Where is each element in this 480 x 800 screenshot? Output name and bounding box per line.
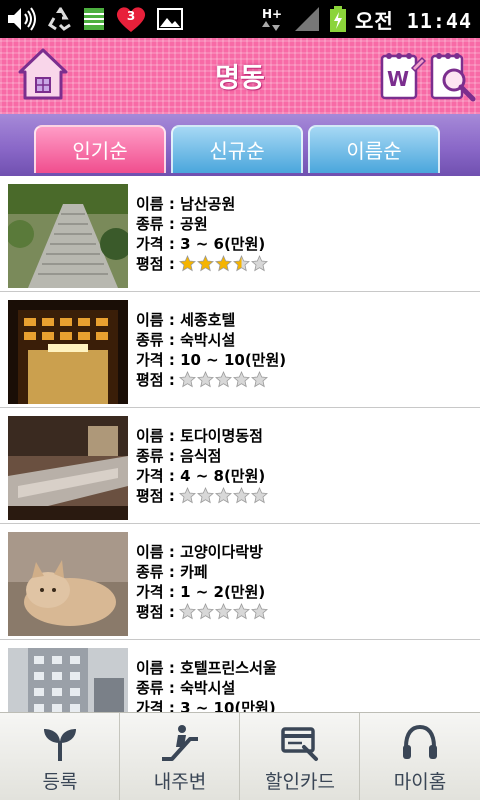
place-name: 이름 : 고양이다락방 <box>136 543 263 561</box>
home-button[interactable] <box>16 46 70 104</box>
signal-icon <box>294 7 319 31</box>
volume-icon <box>8 7 36 31</box>
star-empty-icon <box>214 603 232 620</box>
document-search-icon <box>430 53 476 102</box>
star-empty-icon <box>232 371 250 388</box>
star-empty-icon <box>196 371 214 388</box>
place-type: 종류 : 카페 <box>136 563 208 581</box>
network-type-icon: H+ <box>261 7 282 31</box>
hotel-photo <box>8 300 128 404</box>
star-empty-icon <box>232 603 250 620</box>
rating-stars <box>178 487 268 504</box>
star-empty-icon <box>196 603 214 620</box>
svg-text:W: W <box>387 67 409 91</box>
place-price: 가격 : 3 ~ 10(만원) <box>136 699 276 712</box>
nav-register[interactable]: 등록 <box>0 713 120 800</box>
recycle-icon <box>48 7 71 31</box>
status-time: 오전 11:44 <box>354 8 472 33</box>
place-price: 가격 : 4 ~ 8(만원) <box>136 467 266 485</box>
sort-tab-bar: 인기순 신규순 이름순 <box>0 114 480 176</box>
discount-card-icon <box>281 727 318 761</box>
nav-nearby[interactable]: 내주변 <box>120 713 240 800</box>
star-empty-icon <box>250 487 268 504</box>
place-name: 이름 : 토다이명동점 <box>136 427 263 445</box>
star-half-icon <box>232 255 250 272</box>
home-icon <box>18 48 68 100</box>
star-filled-icon <box>196 255 214 272</box>
search-button[interactable] <box>428 46 478 104</box>
tab-name[interactable]: 이름순 <box>308 125 440 173</box>
star-empty-icon <box>232 487 250 504</box>
place-name: 이름 : 호텔프린스서울 <box>136 659 277 677</box>
list-item[interactable]: 이름 : 남산공원 종류 : 공원 가격 : 3 ~ 6(만원) 평점 : <box>0 176 480 292</box>
cat-photo <box>8 532 128 636</box>
header-bar: 명동 W <box>0 38 480 114</box>
list-item[interactable]: 이름 : 세종호텔 종류 : 숙박시설 가격 : 10 ~ 10(만원) 평점 … <box>0 292 480 408</box>
nav-my-home[interactable]: 마이홈 <box>360 713 480 800</box>
escalator-icon <box>162 725 198 761</box>
place-type: 종류 : 공원 <box>136 215 208 233</box>
place-type: 종류 : 음식점 <box>136 447 222 465</box>
write-note-icon: W <box>380 53 427 100</box>
place-name: 이름 : 세종호텔 <box>136 311 236 329</box>
place-name: 이름 : 남산공원 <box>136 195 236 213</box>
place-rating: 평점 : <box>136 486 268 506</box>
headset-icon <box>403 724 437 759</box>
list-item[interactable]: 이름 : 호텔프린스서울 종류 : 숙박시설 가격 : 3 ~ 10(만원) 평… <box>0 640 480 712</box>
restaurant-photo <box>8 416 128 520</box>
list-item[interactable]: 이름 : 고양이다락방 종류 : 카페 가격 : 1 ~ 2(만원) 평점 : <box>0 524 480 640</box>
place-price: 가격 : 3 ~ 6(만원) <box>136 235 266 253</box>
star-empty-icon <box>214 371 232 388</box>
rating-stars <box>178 371 268 388</box>
place-rating: 평점 : <box>136 370 286 390</box>
building-photo <box>8 648 128 712</box>
star-empty-icon <box>250 371 268 388</box>
heart-badge-icon: 3 <box>114 4 148 34</box>
bottom-nav: 등록 내주변 할인카드 마이홈 <box>0 712 480 800</box>
star-empty-icon <box>178 371 196 388</box>
place-type: 종류 : 숙박시설 <box>136 331 236 349</box>
rating-stars <box>178 255 268 272</box>
sd-card-icon <box>84 8 104 30</box>
place-price: 가격 : 1 ~ 2(만원) <box>136 583 266 601</box>
star-empty-icon <box>196 487 214 504</box>
place-type: 종류 : 숙박시설 <box>136 679 236 697</box>
place-list[interactable]: 이름 : 남산공원 종류 : 공원 가격 : 3 ~ 6(만원) 평점 : 이름… <box>0 176 480 712</box>
write-review-button[interactable]: W <box>376 46 427 104</box>
star-empty-icon <box>250 603 268 620</box>
tab-newest[interactable]: 신규순 <box>171 125 303 173</box>
image-icon <box>157 8 183 30</box>
star-empty-icon <box>178 603 196 620</box>
svg-text:H+: H+ <box>262 7 282 21</box>
list-item[interactable]: 이름 : 토다이명동점 종류 : 음식점 가격 : 4 ~ 8(만원) 평점 : <box>0 408 480 524</box>
star-empty-icon <box>178 487 196 504</box>
sprout-icon <box>44 729 76 761</box>
battery-charging-icon <box>329 6 346 32</box>
rating-stars <box>178 603 268 620</box>
place-rating: 평점 : <box>136 254 268 274</box>
nav-discount-card[interactable]: 할인카드 <box>240 713 360 800</box>
star-empty-icon <box>250 255 268 272</box>
page-title: 명동 <box>215 63 265 94</box>
status-bar: 3 H+ 오전 11:44 <box>0 0 480 38</box>
star-empty-icon <box>214 487 232 504</box>
notification-count: 3 <box>126 9 136 23</box>
place-price: 가격 : 10 ~ 10(만원) <box>136 351 287 369</box>
tab-popular[interactable]: 인기순 <box>34 125 166 173</box>
star-filled-icon <box>214 255 232 272</box>
place-rating: 평점 : <box>136 602 268 622</box>
star-filled-icon <box>178 255 196 272</box>
park-photo <box>8 184 128 288</box>
